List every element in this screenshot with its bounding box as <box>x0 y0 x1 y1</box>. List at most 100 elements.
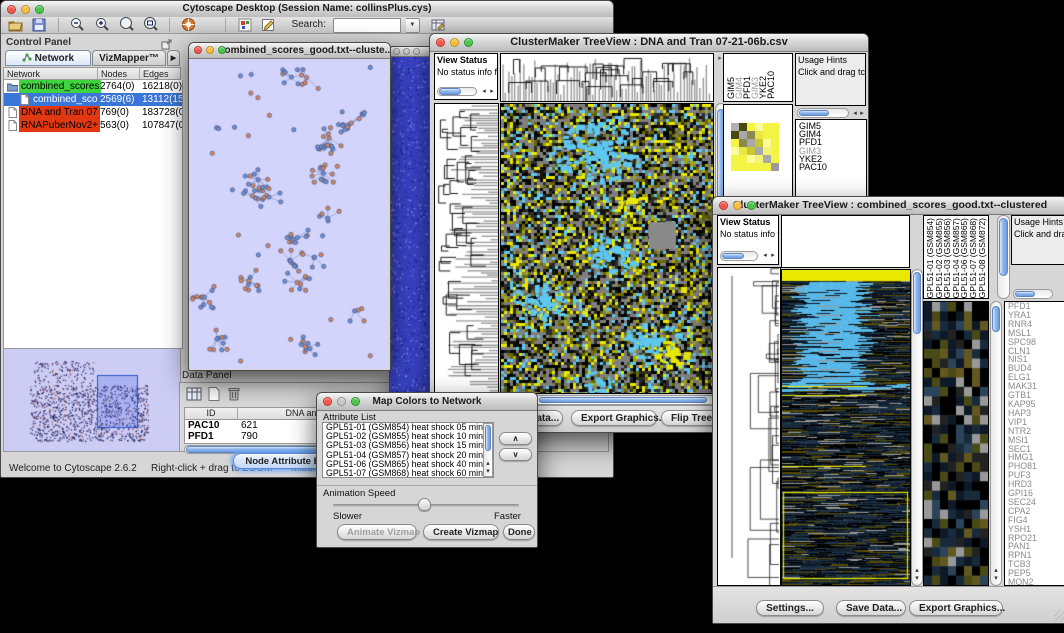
animate-vizmap-button[interactable]: Animate Vizmap <box>337 524 417 540</box>
move-down-button[interactable]: ∨ <box>499 448 532 461</box>
save-data-button[interactable]: Save Data... <box>836 600 906 616</box>
matrix-cell[interactable] <box>755 123 763 131</box>
scroll-right-icon[interactable]: ▸ <box>488 88 496 96</box>
matrix-cell[interactable] <box>763 163 771 171</box>
matrix-cell[interactable] <box>755 147 763 155</box>
delete-attribute-icon[interactable] <box>227 386 241 406</box>
search-dropdown-button[interactable]: ▼ <box>406 18 420 33</box>
dialog-titlebar[interactable]: Map Colors to Network <box>317 393 537 411</box>
minimize-button[interactable] <box>21 5 30 14</box>
network-row[interactable]: RNAPuberNov2+ 563(0) 107847(0) <box>4 119 182 132</box>
treeview-dna-titlebar[interactable]: ClusterMaker TreeView : DNA and Tran 07-… <box>430 34 868 52</box>
matrix-cell[interactable] <box>763 131 771 139</box>
matrix-cell[interactable] <box>763 139 771 147</box>
vizmap-icon-button[interactable] <box>235 18 255 34</box>
matrix-cell[interactable] <box>747 163 755 171</box>
matrix-cell[interactable] <box>771 131 779 139</box>
move-up-button[interactable]: ∧ <box>499 432 532 445</box>
zoom-button[interactable] <box>413 48 420 55</box>
matrix-cell[interactable] <box>731 147 739 155</box>
matrix-cell[interactable] <box>739 155 747 163</box>
zoom-button[interactable] <box>351 397 360 406</box>
speed-slider-thumb[interactable] <box>418 498 431 511</box>
scroll-thumb[interactable] <box>539 397 707 403</box>
scroll-thumb[interactable] <box>999 218 1008 276</box>
done-button[interactable]: Done <box>503 524 535 540</box>
attribute-editor-icon-button[interactable] <box>428 18 448 34</box>
network-view-titlebar[interactable]: combined_scores_good.txt--cluste... <box>189 43 390 59</box>
matrix-cell[interactable] <box>771 139 779 147</box>
column-label[interactable]: GPL51-08 (GSM872) <box>978 218 987 298</box>
scroll-thumb[interactable] <box>799 110 829 116</box>
matrix-cell[interactable] <box>771 163 779 171</box>
zoom-out-button[interactable] <box>67 17 87 33</box>
heatmap-vscrollbar[interactable]: ▴ ▾ <box>911 269 923 586</box>
scroll-up-icon[interactable]: ▴ <box>992 567 1000 575</box>
matrix-cell[interactable] <box>739 131 747 139</box>
export-graphics-button[interactable]: Export Graphics... <box>909 600 1003 616</box>
attribute-list-vscrollbar[interactable]: ▴ ▾ <box>483 423 493 477</box>
close-button[interactable] <box>719 201 728 210</box>
attribute-item[interactable]: GPL51-07 (GSM868) heat shock 60 min <box>323 469 493 478</box>
scroll-thumb[interactable] <box>992 306 1000 332</box>
matrix-cell[interactable] <box>771 147 779 155</box>
heatmap-canvas[interactable] <box>782 270 910 585</box>
network-canvas[interactable] <box>189 59 388 369</box>
zoom-button[interactable] <box>464 38 473 47</box>
help-lifering-icon[interactable] <box>179 17 199 33</box>
matrix-cell[interactable] <box>739 139 747 147</box>
annotation-icon-button[interactable] <box>259 18 279 34</box>
close-button[interactable] <box>393 48 400 55</box>
matrix-cell[interactable] <box>731 131 739 139</box>
minimize-button[interactable] <box>206 46 214 54</box>
scroll-down-icon[interactable]: ▾ <box>913 575 921 583</box>
minimize-button[interactable] <box>450 38 459 47</box>
matrix-cell[interactable] <box>755 139 763 147</box>
scroll-up-icon[interactable]: ▴ <box>484 460 492 468</box>
matrix-cell[interactable] <box>731 155 739 163</box>
save-button[interactable] <box>29 18 49 34</box>
scroll-down-icon[interactable]: ▾ <box>992 575 1000 583</box>
gene-list-vscrollbar[interactable]: ▴ ▾ <box>990 301 1002 586</box>
matrix-cell[interactable] <box>747 139 755 147</box>
matrix-cell[interactable] <box>763 123 771 131</box>
main-titlebar[interactable]: Cytoscape Desktop (Session Name: collins… <box>1 1 613 18</box>
scroll-thumb[interactable] <box>722 253 744 259</box>
matrix-cell[interactable] <box>747 155 755 163</box>
settings-button[interactable]: Settings... <box>756 600 824 616</box>
heatmap-canvas[interactable] <box>501 104 713 393</box>
network-row[interactable]: combined_sco 2569(6) 13112(15) <box>4 93 182 106</box>
heatmap-global-panel[interactable] <box>781 269 911 586</box>
scroll-right-icon[interactable]: ▸ <box>769 252 777 260</box>
labels-vscrollbar[interactable] <box>997 215 1010 299</box>
scroll-left-icon[interactable]: ◂ <box>761 252 769 260</box>
create-vizmap-button[interactable]: Create Vizmap <box>423 524 499 540</box>
scroll-right-icon[interactable]: ▸ <box>858 110 866 118</box>
matrix-cell[interactable] <box>739 123 747 131</box>
close-button[interactable] <box>436 38 445 47</box>
matrix-cell[interactable] <box>747 123 755 131</box>
view-status-scrollbar[interactable] <box>437 87 477 96</box>
row-dendrogram-canvas[interactable] <box>718 268 780 585</box>
matrix-cell[interactable] <box>747 131 755 139</box>
matrix-cell[interactable] <box>731 163 739 171</box>
column-dendrogram-panel[interactable] <box>500 53 714 102</box>
matrix-cell[interactable] <box>731 139 739 147</box>
close-button[interactable] <box>7 5 16 14</box>
col-nodes[interactable]: Nodes <box>98 68 140 79</box>
close-button[interactable] <box>194 46 202 54</box>
scroll-down-icon[interactable]: ▾ <box>484 468 492 476</box>
column-dendrogram-panel[interactable] <box>781 215 910 268</box>
matrix-cell[interactable] <box>747 147 755 155</box>
col-network[interactable]: Network <box>4 68 98 79</box>
new-attribute-icon[interactable] <box>207 387 221 406</box>
export-graphics-button[interactable]: Export Graphics... <box>571 410 657 426</box>
zoom-button[interactable] <box>218 46 226 54</box>
matrix-cell[interactable] <box>739 147 747 155</box>
column-label[interactable]: PAC10 <box>767 71 775 99</box>
minimize-button[interactable] <box>337 397 346 406</box>
matrix-cell[interactable] <box>763 147 771 155</box>
matrix-cell[interactable] <box>763 155 771 163</box>
row-dendrogram-canvas[interactable] <box>435 104 498 393</box>
scroll-thumb[interactable] <box>485 425 491 451</box>
